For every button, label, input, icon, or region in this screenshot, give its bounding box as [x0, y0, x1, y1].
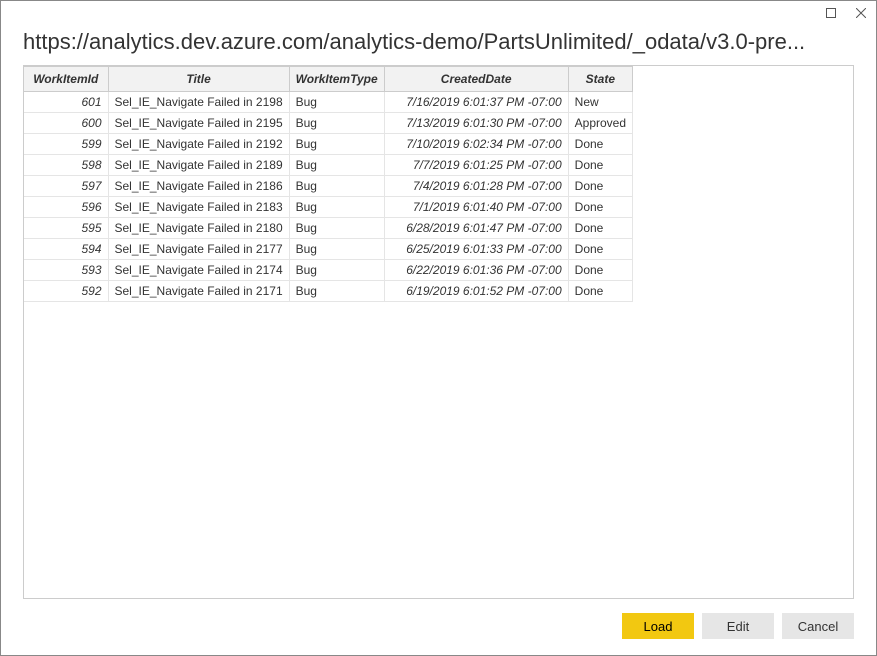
cell-type: Bug [289, 239, 384, 260]
footer: Load Edit Cancel [1, 599, 876, 655]
header-row: WorkItemId Title WorkItemType CreatedDat… [24, 67, 633, 92]
table-row[interactable]: 600Sel_IE_Navigate Failed in 2195Bug7/13… [24, 113, 633, 134]
table-row[interactable]: 592Sel_IE_Navigate Failed in 2171Bug6/19… [24, 281, 633, 302]
cell-id: 592 [24, 281, 108, 302]
cell-id: 593 [24, 260, 108, 281]
cell-id: 596 [24, 197, 108, 218]
cell-type: Bug [289, 176, 384, 197]
cell-state: Done [568, 260, 632, 281]
cell-date: 7/4/2019 6:01:28 PM -07:00 [384, 176, 568, 197]
cell-date: 6/25/2019 6:01:33 PM -07:00 [384, 239, 568, 260]
cell-state: Done [568, 239, 632, 260]
load-button[interactable]: Load [622, 613, 694, 639]
edit-button[interactable]: Edit [702, 613, 774, 639]
table-row[interactable]: 593Sel_IE_Navigate Failed in 2174Bug6/22… [24, 260, 633, 281]
cell-date: 7/1/2019 6:01:40 PM -07:00 [384, 197, 568, 218]
cell-title: Sel_IE_Navigate Failed in 2195 [108, 113, 289, 134]
cell-date: 6/22/2019 6:01:36 PM -07:00 [384, 260, 568, 281]
cell-state: Done [568, 197, 632, 218]
cell-state: Done [568, 176, 632, 197]
cancel-button[interactable]: Cancel [782, 613, 854, 639]
cell-title: Sel_IE_Navigate Failed in 2180 [108, 218, 289, 239]
dialog-window: https://analytics.dev.azure.com/analytic… [0, 0, 877, 656]
cell-title: Sel_IE_Navigate Failed in 2174 [108, 260, 289, 281]
titlebar [1, 1, 876, 25]
col-header-date[interactable]: CreatedDate [384, 67, 568, 92]
cell-title: Sel_IE_Navigate Failed in 2171 [108, 281, 289, 302]
cell-type: Bug [289, 113, 384, 134]
col-header-title[interactable]: Title [108, 67, 289, 92]
cell-id: 601 [24, 92, 108, 113]
cell-type: Bug [289, 281, 384, 302]
cell-state: Approved [568, 113, 632, 134]
data-table: WorkItemId Title WorkItemType CreatedDat… [24, 66, 633, 302]
maximize-icon[interactable] [824, 6, 838, 20]
cell-id: 600 [24, 113, 108, 134]
cell-state: Done [568, 155, 632, 176]
cell-type: Bug [289, 197, 384, 218]
cell-title: Sel_IE_Navigate Failed in 2189 [108, 155, 289, 176]
cell-state: Done [568, 134, 632, 155]
table-row[interactable]: 599Sel_IE_Navigate Failed in 2192Bug7/10… [24, 134, 633, 155]
preview-pane: WorkItemId Title WorkItemType CreatedDat… [23, 65, 854, 599]
cell-date: 6/28/2019 6:01:47 PM -07:00 [384, 218, 568, 239]
cell-date: 7/16/2019 6:01:37 PM -07:00 [384, 92, 568, 113]
table-row[interactable]: 601Sel_IE_Navigate Failed in 2198Bug7/16… [24, 92, 633, 113]
cell-id: 597 [24, 176, 108, 197]
table-row[interactable]: 597Sel_IE_Navigate Failed in 2186Bug7/4/… [24, 176, 633, 197]
cell-title: Sel_IE_Navigate Failed in 2177 [108, 239, 289, 260]
cell-date: 6/19/2019 6:01:52 PM -07:00 [384, 281, 568, 302]
cell-type: Bug [289, 134, 384, 155]
cell-state: Done [568, 218, 632, 239]
cell-id: 599 [24, 134, 108, 155]
table-row[interactable]: 598Sel_IE_Navigate Failed in 2189Bug7/7/… [24, 155, 633, 176]
cell-state: New [568, 92, 632, 113]
col-header-id[interactable]: WorkItemId [24, 67, 108, 92]
cell-title: Sel_IE_Navigate Failed in 2192 [108, 134, 289, 155]
table-row[interactable]: 595Sel_IE_Navigate Failed in 2180Bug6/28… [24, 218, 633, 239]
cell-id: 594 [24, 239, 108, 260]
cell-state: Done [568, 281, 632, 302]
cell-type: Bug [289, 218, 384, 239]
cell-type: Bug [289, 155, 384, 176]
cell-title: Sel_IE_Navigate Failed in 2183 [108, 197, 289, 218]
table-row[interactable]: 594Sel_IE_Navigate Failed in 2177Bug6/25… [24, 239, 633, 260]
cell-id: 595 [24, 218, 108, 239]
cell-type: Bug [289, 92, 384, 113]
cell-type: Bug [289, 260, 384, 281]
col-header-state[interactable]: State [568, 67, 632, 92]
cell-id: 598 [24, 155, 108, 176]
cell-title: Sel_IE_Navigate Failed in 2198 [108, 92, 289, 113]
cell-date: 7/13/2019 6:01:30 PM -07:00 [384, 113, 568, 134]
col-header-type[interactable]: WorkItemType [289, 67, 384, 92]
close-icon[interactable] [854, 6, 868, 20]
cell-title: Sel_IE_Navigate Failed in 2186 [108, 176, 289, 197]
cell-date: 7/10/2019 6:02:34 PM -07:00 [384, 134, 568, 155]
table-row[interactable]: 596Sel_IE_Navigate Failed in 2183Bug7/1/… [24, 197, 633, 218]
cell-date: 7/7/2019 6:01:25 PM -07:00 [384, 155, 568, 176]
url-heading: https://analytics.dev.azure.com/analytic… [1, 25, 876, 65]
